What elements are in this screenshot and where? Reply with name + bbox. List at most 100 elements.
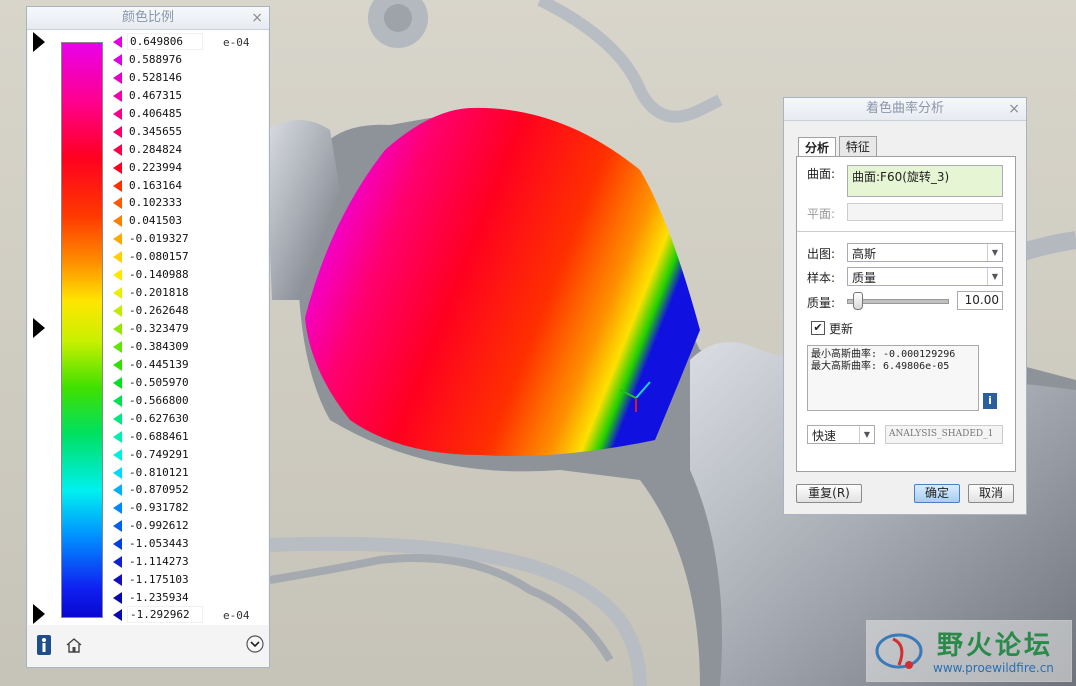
tick-marker-icon[interactable] — [113, 197, 122, 210]
tick-value: -0.201818 — [129, 286, 189, 300]
tick-value: -0.749291 — [129, 447, 189, 461]
tick-marker-icon[interactable] — [113, 466, 122, 479]
cancel-button[interactable]: 取消 — [968, 484, 1014, 503]
scale-tick: -0.749291 — [113, 446, 263, 464]
color-scale-body: 0.649806 e-04 0.588976 0.528146 0.467315 0.… — [28, 30, 268, 625]
info-icon[interactable]: i — [983, 393, 997, 409]
tick-marker-icon[interactable] — [113, 161, 122, 174]
info-icon[interactable] — [37, 635, 51, 655]
tick-marker-icon[interactable] — [113, 125, 122, 138]
scale-tick: 0.163164 — [113, 177, 263, 195]
tick-marker-icon[interactable] — [113, 305, 122, 318]
tick-value: -0.080157 — [129, 250, 189, 264]
watermark-title: 野火论坛 — [937, 631, 1054, 661]
scale-tick: -1.053443 — [113, 535, 263, 553]
speed-select[interactable]: 快速 ▼ — [807, 425, 875, 444]
output-label: 出图: — [807, 247, 836, 261]
tick-value: 0.406485 — [129, 106, 182, 120]
chevron-down-icon: ▼ — [859, 426, 874, 443]
tick-value: -0.627630 — [129, 411, 189, 425]
tick-value: 0.467315 — [129, 88, 182, 102]
tick-marker-icon[interactable] — [113, 412, 122, 425]
home-icon[interactable] — [65, 637, 83, 653]
tick-value: 0.345655 — [129, 124, 182, 138]
tick-marker-icon[interactable] — [113, 233, 122, 246]
tick-marker-icon[interactable] — [113, 502, 122, 515]
tick-marker-icon[interactable] — [113, 323, 122, 335]
tick-marker-icon[interactable] — [113, 89, 122, 102]
ok-button[interactable]: 确定 — [914, 484, 960, 503]
tick-marker-icon[interactable] — [113, 71, 122, 84]
scale-tick: -0.931782 — [113, 499, 263, 517]
tick-marker-icon[interactable] — [113, 251, 122, 264]
scale-tick: -0.688461 — [113, 428, 263, 446]
scale-mid-arrow[interactable] — [33, 318, 45, 338]
tick-marker-icon[interactable] — [113, 538, 122, 551]
tick-marker-icon[interactable] — [113, 520, 122, 533]
tick-value: -0.323479 — [129, 322, 189, 335]
tick-marker-icon[interactable] — [113, 574, 122, 587]
curvature-analysis-dialog: 着色曲率分析 × 分析 特征 曲面: 曲面:F60(旋转_3) 平面: 出图: … — [783, 97, 1027, 515]
forum-watermark: 野火论坛 www.proewildfire.cn — [866, 620, 1072, 682]
tick-value: -1.053443 — [129, 537, 189, 551]
close-icon[interactable]: × — [251, 7, 263, 29]
tick-value: -1.235934 — [129, 591, 189, 605]
scale-tick: -0.566800 — [113, 392, 263, 410]
scale-tick: -0.019327 — [113, 230, 263, 248]
tick-marker-icon[interactable] — [113, 215, 122, 228]
color-scale-footer — [27, 623, 269, 667]
tick-marker-icon[interactable] — [113, 394, 122, 407]
tick-marker-icon[interactable] — [113, 53, 122, 66]
tick-marker-icon[interactable] — [113, 107, 122, 120]
chevron-down-icon[interactable] — [246, 635, 264, 653]
scale-min-field[interactable]: -1.292962 — [127, 606, 203, 623]
output-select[interactable]: 高斯 ▼ — [847, 243, 1003, 262]
scale-max-field[interactable]: 0.649806 — [127, 33, 203, 50]
dialog-title-text: 着色曲率分析 — [865, 101, 944, 116]
quality-input[interactable]: 10.00 — [957, 291, 1003, 310]
plane-collector[interactable] — [847, 203, 1003, 221]
scale-max-arrow[interactable] — [33, 32, 45, 52]
tick-marker-icon[interactable] — [113, 484, 122, 497]
output-selected: 高斯 — [852, 247, 877, 261]
tick-marker-icon[interactable] — [113, 143, 122, 156]
tick-marker-icon[interactable] — [113, 358, 122, 371]
tick-marker-icon[interactable] — [113, 430, 122, 443]
sample-select[interactable]: 质量 ▼ — [847, 267, 1003, 286]
scale-min-arrow[interactable] — [33, 604, 45, 624]
dialog-title: 着色曲率分析 × — [784, 98, 1026, 121]
tick-marker-icon[interactable] — [113, 556, 122, 569]
scale-tick: 0.102333 — [113, 194, 263, 212]
chevron-down-icon: ▼ — [987, 268, 1002, 285]
tick-value: 0.284824 — [129, 142, 182, 156]
tick-marker-icon[interactable] — [113, 269, 122, 282]
analysis-name-input[interactable]: ANALYSIS_SHADED_1 — [885, 425, 1003, 444]
tick-marker-icon[interactable] — [113, 340, 122, 353]
surface-value: 曲面:F60(旋转_3) — [852, 170, 950, 184]
tick-marker-icon[interactable] — [113, 592, 122, 605]
tick-value: -0.262648 — [129, 304, 189, 318]
tick-marker-icon[interactable] — [113, 376, 122, 389]
curvature-result-box: 最小高斯曲率: -0.000129296 最大高斯曲率: 6.49806e-05 — [807, 345, 979, 411]
scale-tick: -1.114273 — [113, 553, 263, 571]
speed-selected: 快速 — [812, 429, 837, 443]
close-icon[interactable]: × — [1008, 98, 1020, 120]
surface-collector[interactable]: 曲面:F60(旋转_3) — [847, 165, 1003, 197]
scale-tick: -0.262648 — [113, 302, 263, 320]
tick-value: -0.019327 — [129, 232, 189, 246]
scale-tick: -0.201818 — [113, 284, 263, 302]
tab-feature[interactable]: 特征 — [838, 136, 877, 156]
tick-marker-icon[interactable] — [113, 179, 122, 192]
sample-selected: 质量 — [852, 271, 877, 285]
tick-marker-icon[interactable] — [113, 287, 122, 300]
scale-tick: -0.323479 — [113, 320, 263, 338]
tick-value: -0.566800 — [129, 393, 189, 407]
quality-slider-thumb[interactable] — [853, 292, 863, 310]
tab-analysis[interactable]: 分析 — [798, 137, 837, 157]
update-label: 更新 — [829, 322, 854, 336]
update-checkbox[interactable]: ✔ — [811, 321, 825, 335]
scale-tick: -1.175103 — [113, 571, 263, 589]
tick-marker-icon[interactable] — [113, 448, 122, 461]
repeat-button[interactable]: 重复(R) — [796, 484, 862, 503]
tick-value: 0.528146 — [129, 70, 182, 84]
